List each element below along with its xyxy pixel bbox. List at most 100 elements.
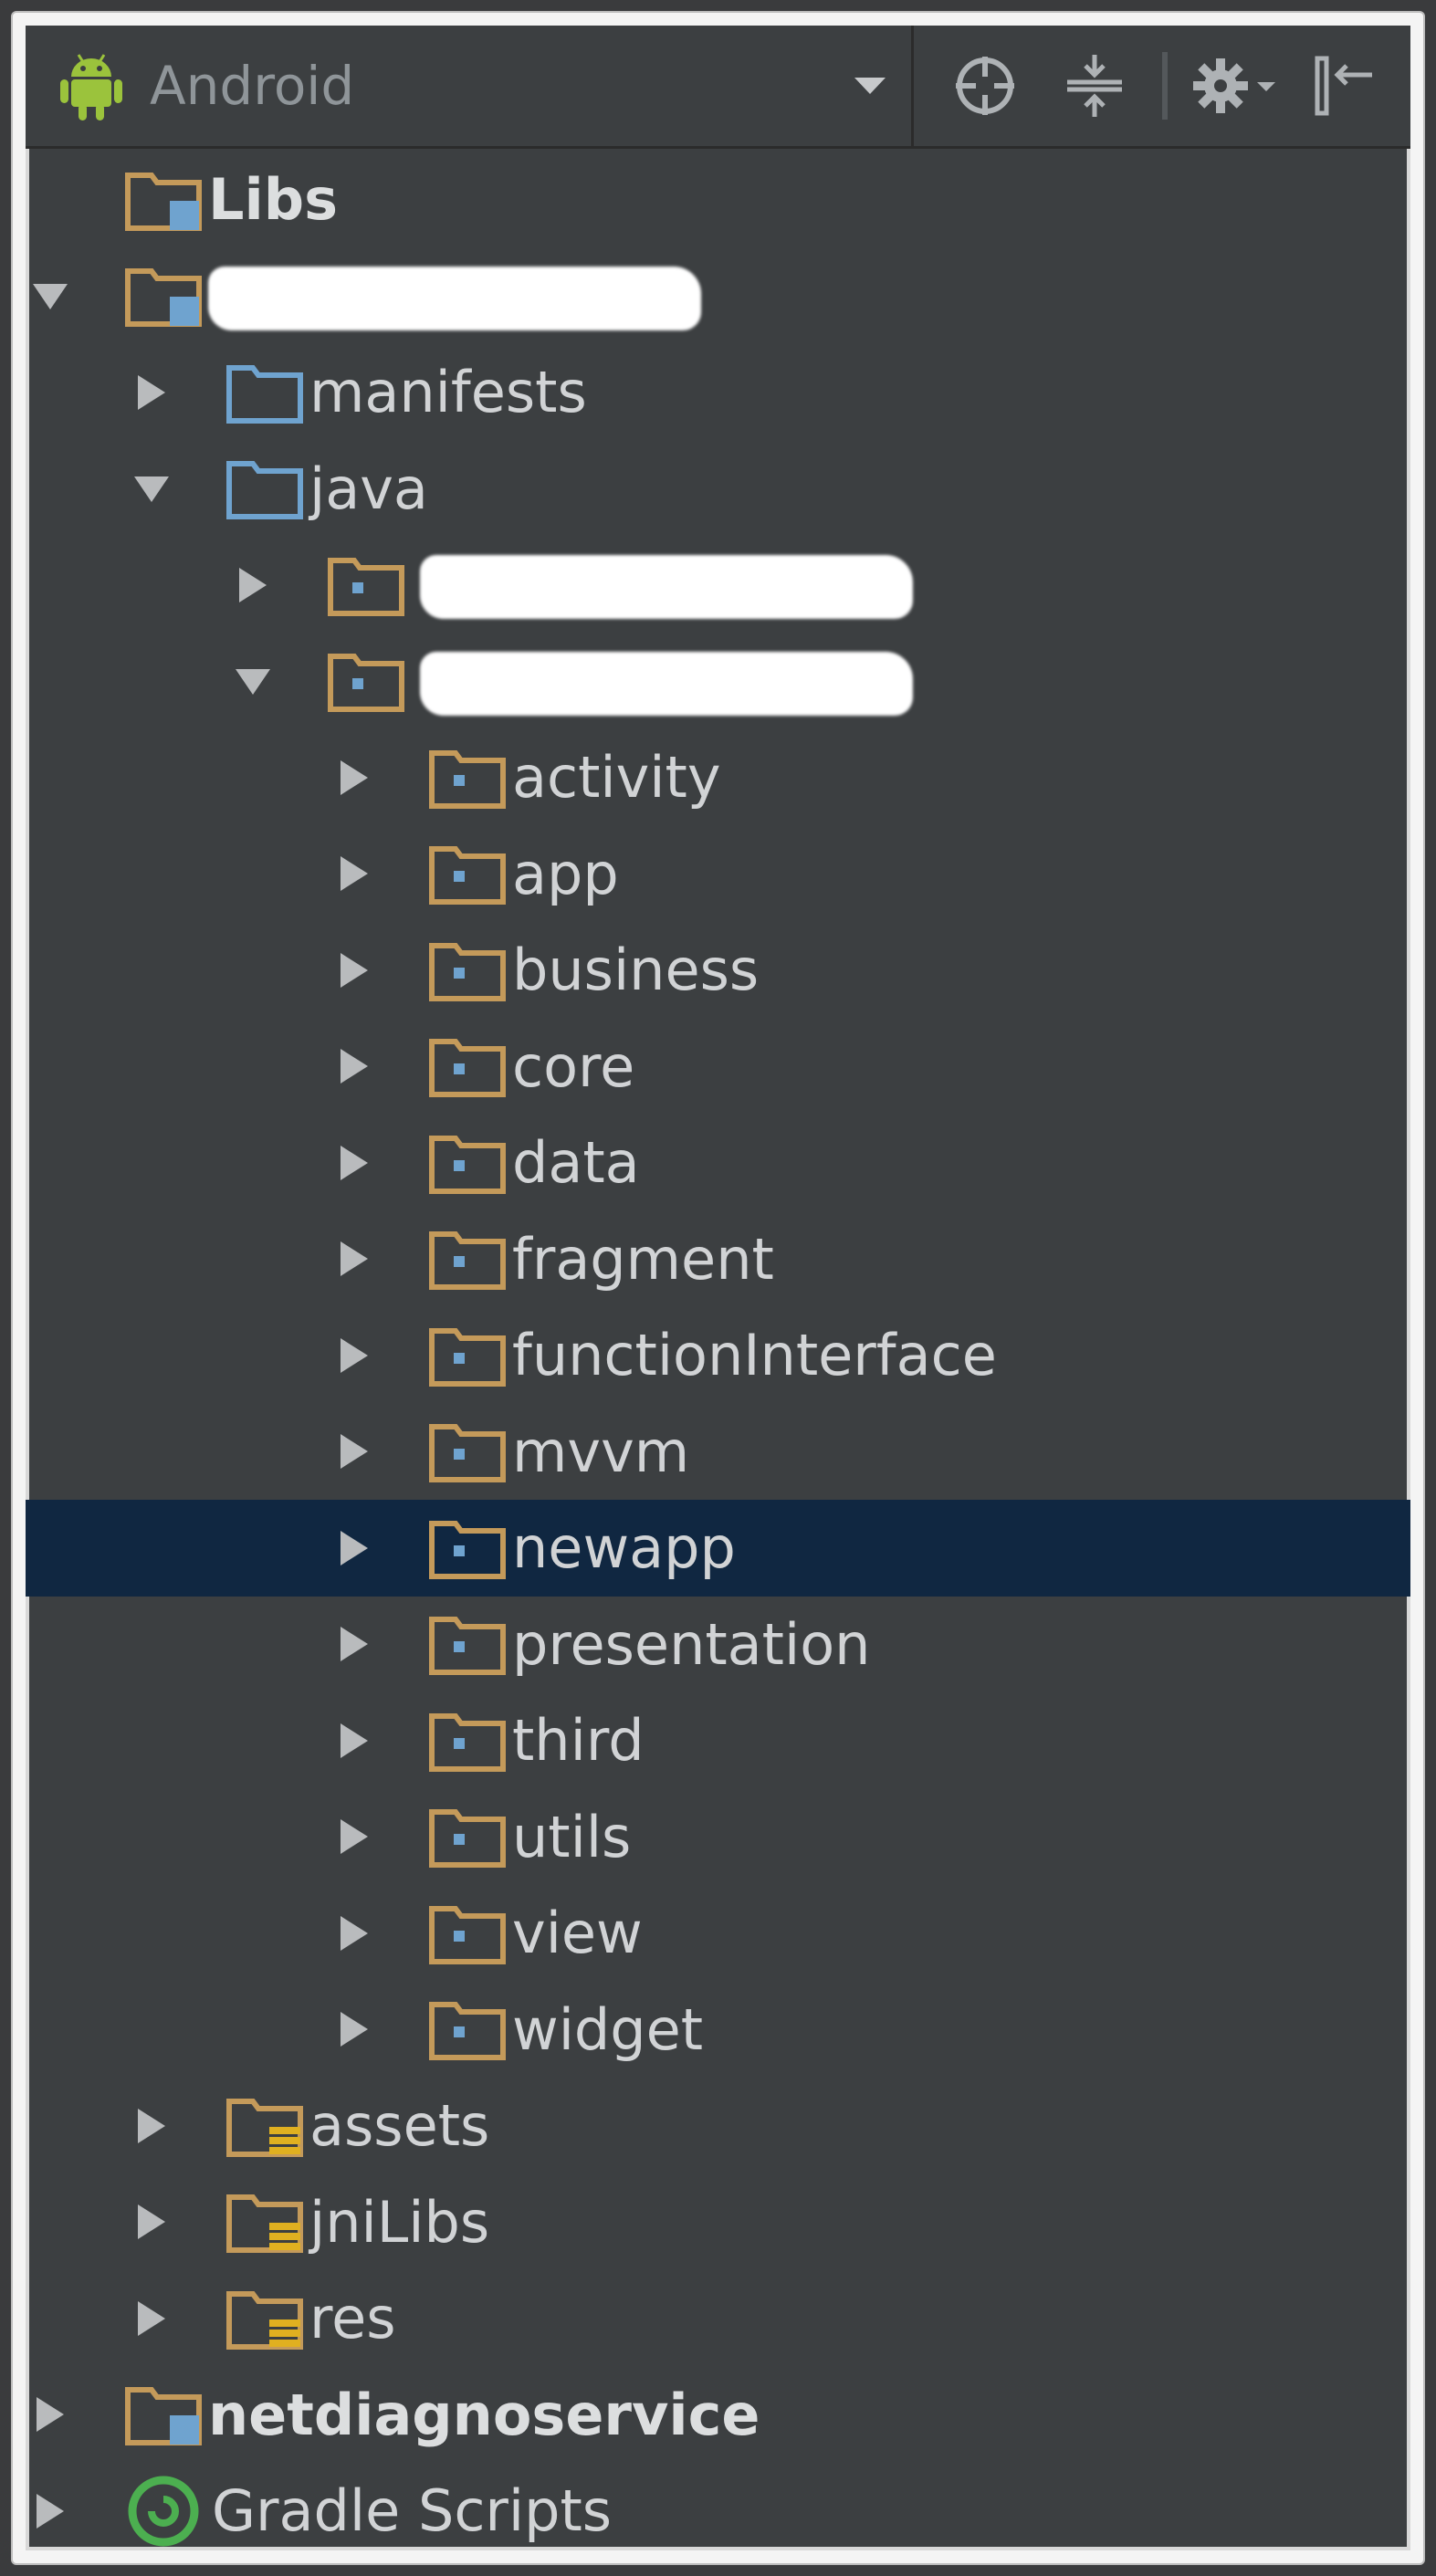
collapsed-arrow-icon[interactable] bbox=[333, 1912, 375, 1954]
project-tree: Libs manifests java activity app business core… bbox=[26, 152, 1410, 2550]
source-folder-icon bbox=[225, 456, 304, 520]
package-folder-icon bbox=[428, 1227, 507, 1291]
scroll-from-source-button[interactable] bbox=[930, 26, 1040, 146]
tree-item-label: app bbox=[512, 840, 619, 907]
tree-item-label: widget bbox=[512, 1995, 704, 2063]
tree-row[interactable]: mvvm bbox=[26, 1404, 1410, 1501]
tree-row[interactable]: business bbox=[26, 922, 1410, 1019]
tree-row[interactable]: activity bbox=[26, 729, 1410, 826]
tree-row[interactable]: widget bbox=[26, 1982, 1410, 2079]
collapsed-arrow-icon[interactable] bbox=[333, 949, 375, 991]
module-folder-icon bbox=[124, 2382, 203, 2446]
tree-row[interactable]: data bbox=[26, 1115, 1410, 1211]
expanded-arrow-icon[interactable] bbox=[131, 467, 173, 509]
package-folder-icon bbox=[327, 649, 405, 713]
tree-row[interactable]: Libs bbox=[26, 152, 1410, 248]
package-folder-icon bbox=[428, 1997, 507, 2061]
package-folder-icon bbox=[327, 553, 405, 617]
tree-row[interactable]: view bbox=[26, 1885, 1410, 1982]
collapsed-arrow-icon[interactable] bbox=[333, 1238, 375, 1280]
resource-folder-icon bbox=[225, 2094, 304, 2158]
expanded-arrow-icon[interactable] bbox=[232, 660, 274, 702]
tree-row[interactable]: jniLibs bbox=[26, 2174, 1410, 2271]
collapsed-arrow-icon[interactable] bbox=[333, 1430, 375, 1472]
collapsed-arrow-icon[interactable] bbox=[333, 1335, 375, 1377]
tree-item-label: third bbox=[512, 1707, 645, 1775]
tree-item-label: res bbox=[309, 2285, 396, 2352]
package-folder-icon bbox=[428, 842, 507, 906]
tree-row[interactable]: functionInterface bbox=[26, 1307, 1410, 1404]
tree-row[interactable]: app bbox=[26, 826, 1410, 923]
toolbar-actions bbox=[914, 26, 1399, 146]
android-icon bbox=[60, 54, 122, 120]
settings-button[interactable] bbox=[1180, 26, 1290, 146]
project-tool-window: Android Libs manifests java activity app… bbox=[13, 13, 1423, 2563]
tree-item-label: activity bbox=[512, 744, 721, 812]
package-folder-icon bbox=[428, 1419, 507, 1483]
collapsed-arrow-icon[interactable] bbox=[333, 1045, 375, 1087]
gradle-icon bbox=[124, 2472, 203, 2550]
tree-item-label: data bbox=[512, 1129, 640, 1197]
package-folder-icon bbox=[428, 1612, 507, 1676]
tree-row[interactable]: utils bbox=[26, 1789, 1410, 1886]
redacted-label bbox=[420, 555, 913, 619]
collapsed-arrow-icon[interactable] bbox=[333, 1816, 375, 1858]
expanded-arrow-icon[interactable] bbox=[29, 275, 71, 317]
package-folder-icon bbox=[428, 1901, 507, 1965]
tree-item-label: Gradle Scripts bbox=[212, 2477, 613, 2545]
tree-item-label: java bbox=[309, 455, 428, 522]
package-folder-icon bbox=[428, 938, 507, 1002]
tree-row[interactable]: netdiagnoservice bbox=[26, 2367, 1410, 2464]
package-folder-icon bbox=[428, 1131, 507, 1195]
tree-item-label: presentation bbox=[512, 1610, 871, 1678]
tree-item-label: netdiagnoservice bbox=[208, 2381, 760, 2448]
tree-item-label: newapp bbox=[512, 1514, 736, 1582]
tree-row[interactable]: third bbox=[26, 1692, 1410, 1789]
collapsed-arrow-icon[interactable] bbox=[333, 1142, 375, 1184]
collapsed-arrow-icon[interactable] bbox=[333, 757, 375, 799]
tree-item-label: functionInterface bbox=[512, 1322, 997, 1389]
tree-row[interactable]: newapp bbox=[26, 1500, 1410, 1597]
collapsed-arrow-icon[interactable] bbox=[333, 853, 375, 895]
collapsed-arrow-icon[interactable] bbox=[131, 2105, 173, 2147]
tree-row[interactable]: core bbox=[26, 1019, 1410, 1115]
tree-row[interactable] bbox=[26, 634, 1410, 730]
collapsed-arrow-icon[interactable] bbox=[333, 2008, 375, 2050]
collapsed-arrow-icon[interactable] bbox=[232, 564, 274, 606]
collapsed-arrow-icon[interactable] bbox=[333, 1527, 375, 1569]
collapsed-arrow-icon[interactable] bbox=[131, 372, 173, 414]
collapsed-arrow-icon[interactable] bbox=[131, 2298, 173, 2340]
view-mode-selector[interactable]: Android bbox=[26, 26, 914, 146]
redacted-label bbox=[208, 266, 701, 330]
tree-row[interactable]: Gradle Scripts bbox=[26, 2463, 1410, 2550]
collapsed-arrow-icon[interactable] bbox=[29, 2393, 71, 2435]
collapsed-arrow-icon[interactable] bbox=[29, 2490, 71, 2532]
tree-row[interactable] bbox=[26, 248, 1410, 345]
tree-item-label: view bbox=[512, 1900, 643, 1967]
resource-folder-icon bbox=[225, 2287, 304, 2351]
tree-row[interactable]: res bbox=[26, 2270, 1410, 2367]
collapsed-arrow-icon[interactable] bbox=[131, 2201, 173, 2243]
tree-row[interactable]: assets bbox=[26, 2078, 1410, 2174]
package-folder-icon bbox=[428, 1709, 507, 1773]
tree-row[interactable]: presentation bbox=[26, 1597, 1410, 1693]
tree-item-label: utils bbox=[512, 1803, 632, 1870]
dropdown-caret-icon bbox=[854, 78, 886, 94]
tree-row[interactable] bbox=[26, 537, 1410, 634]
module-folder-icon bbox=[124, 264, 203, 328]
package-folder-icon bbox=[428, 1324, 507, 1387]
tree-row[interactable]: fragment bbox=[26, 1211, 1410, 1308]
hide-panel-button[interactable] bbox=[1290, 26, 1399, 146]
tree-row[interactable]: java bbox=[26, 441, 1410, 538]
gear-icon bbox=[1193, 58, 1275, 113]
package-folder-icon bbox=[428, 1516, 507, 1580]
collapse-all-icon bbox=[1067, 55, 1122, 117]
module-folder-icon bbox=[124, 168, 203, 232]
view-mode-label: Android bbox=[150, 55, 355, 117]
collapsed-arrow-icon[interactable] bbox=[333, 1623, 375, 1665]
resource-folder-icon bbox=[225, 2190, 304, 2254]
collapsed-arrow-icon[interactable] bbox=[333, 1720, 375, 1762]
collapse-all-button[interactable] bbox=[1040, 26, 1149, 146]
tree-row[interactable]: manifests bbox=[26, 344, 1410, 441]
toolbar-separator bbox=[1162, 52, 1168, 120]
